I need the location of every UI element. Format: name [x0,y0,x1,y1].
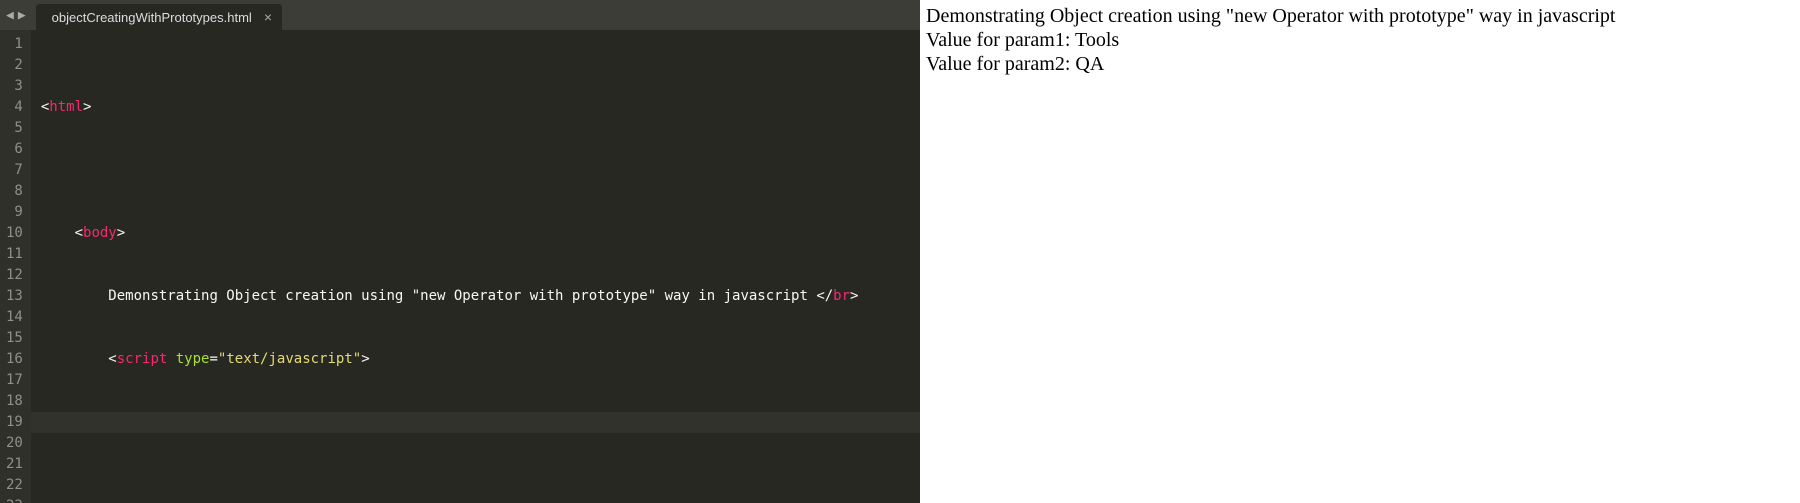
line-number: 18 [6,391,23,412]
code-line [41,412,920,433]
line-number: 6 [6,139,23,160]
line-number: 3 [6,76,23,97]
line-number: 14 [6,307,23,328]
line-number: 23 [6,496,23,503]
tab-filename: objectCreatingWithPrototypes.html [52,10,252,25]
line-number: 21 [6,454,23,475]
line-number: 4 [6,97,23,118]
line-number: 10 [6,223,23,244]
line-number: 16 [6,349,23,370]
line-number: 20 [6,433,23,454]
output-line: Value for param1: Tools [926,28,1794,52]
nav-arrows: ◀ ▶ [4,8,28,23]
line-gutter: 1234567891011121314151617181920212223 [0,30,31,503]
line-number: 2 [6,55,23,76]
code-area[interactable]: <html> <body> Demonstrating Object creat… [31,30,920,503]
code-line: Demonstrating Object creation using "new… [41,286,920,307]
code-line: <body> [41,223,920,244]
line-number: 17 [6,370,23,391]
line-number: 22 [6,475,23,496]
editor-pane: ◀ ▶ objectCreatingWithPrototypes.html × … [0,0,920,503]
line-number: 11 [6,244,23,265]
code-line [41,160,920,181]
line-number: 9 [6,202,23,223]
output-line: Demonstrating Object creation using "new… [926,4,1794,28]
code-line: <script type="text/javascript"> [41,349,920,370]
tab-active[interactable]: objectCreatingWithPrototypes.html × [36,4,282,30]
editor-body: 1234567891011121314151617181920212223 <h… [0,30,920,503]
line-number: 1 [6,34,23,55]
tab-bar: ◀ ▶ objectCreatingWithPrototypes.html × [0,0,920,30]
browser-output-pane: Demonstrating Object creation using "new… [920,0,1800,503]
close-icon[interactable]: × [264,9,272,25]
line-number: 12 [6,265,23,286]
line-number: 19 [6,412,23,433]
line-number: 5 [6,118,23,139]
line-number: 8 [6,181,23,202]
line-number: 13 [6,286,23,307]
nav-back-icon[interactable]: ◀ [4,8,16,23]
nav-forward-icon[interactable]: ▶ [16,8,28,23]
line-number: 15 [6,328,23,349]
code-line: <html> [41,97,920,118]
line-number: 7 [6,160,23,181]
output-line: Value for param2: QA [926,52,1794,76]
code-line [41,475,920,496]
